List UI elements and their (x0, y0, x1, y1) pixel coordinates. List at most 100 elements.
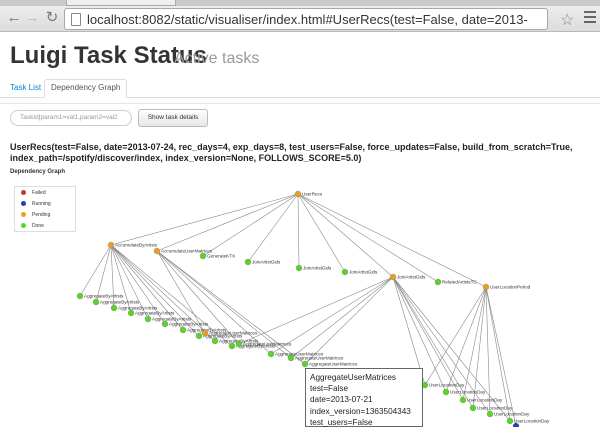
node-dot[interactable] (287, 354, 295, 362)
graph-edge (290, 276, 394, 359)
node-dot[interactable] (267, 350, 275, 358)
node-label: UserRecs (302, 192, 323, 197)
node-dot[interactable] (482, 283, 490, 291)
node-label: AggregateUserMatrices (209, 331, 258, 336)
node-dot[interactable] (179, 326, 187, 334)
graph-node[interactable]: AggregateByArtists (92, 298, 140, 306)
node-dot[interactable] (235, 340, 243, 348)
node-dot[interactable] (107, 241, 115, 249)
bookmark-star-icon[interactable]: ☆ (560, 10, 574, 30)
node-label: UserLocationDay (450, 390, 486, 395)
node-label: UserLocationPeriod (490, 285, 531, 290)
node-label: JoinArtistGids (349, 270, 378, 275)
graph-node[interactable]: UserLocationDay (486, 410, 530, 418)
tooltip-line: index_version=1363504343 (310, 406, 411, 416)
graph-node[interactable]: JoinArtistGids (244, 258, 281, 266)
node-dot[interactable] (195, 332, 203, 340)
graph-edge (79, 244, 112, 297)
node-label: AggregateUserMatrices (295, 356, 344, 361)
forward-icon[interactable]: → (24, 10, 40, 26)
node-label: AccumulateUserMatrices (161, 249, 213, 254)
node-dot[interactable] (153, 247, 161, 255)
url-text: localhost:8082/static/visualiser/index.h… (87, 12, 527, 27)
node-label: UserLocationDay (467, 398, 503, 403)
show-task-details-button[interactable]: Show task details (138, 109, 208, 127)
divider (0, 103, 600, 104)
graph-node[interactable]: UserRecs (294, 190, 323, 198)
graph-node[interactable] (512, 422, 520, 427)
node-label: RelatedArtistsTC (442, 280, 477, 285)
graph-node[interactable]: UserLocationDay (442, 388, 486, 396)
node-label: AggregateByArtists (84, 294, 124, 299)
node-dot[interactable] (469, 404, 477, 412)
node-label: UserLocationDay (477, 406, 513, 411)
node-dot[interactable] (199, 252, 207, 260)
node-label: UserLocationDay (514, 419, 550, 424)
graph-node[interactable]: JoinArtistGids (341, 268, 378, 276)
page-icon (71, 13, 81, 26)
graph-node[interactable]: RelatedArtistsTC (434, 278, 477, 286)
page-subtitle: Active tasks (174, 50, 260, 67)
node-dot[interactable] (144, 315, 152, 323)
node-dot[interactable] (459, 396, 467, 404)
tab-task-list[interactable]: Task List (4, 80, 47, 95)
graph-node[interactable]: AggregateUserMatrices (301, 360, 358, 368)
tooltip-line: AggregateUserMatrices (310, 373, 397, 382)
menu-icon[interactable] (584, 11, 596, 26)
graph-node[interactable]: AggregateByArtists (127, 309, 175, 317)
graph-node[interactable]: AggregateByArtists (76, 292, 124, 300)
graph-node[interactable]: AggregateUserMatrices (235, 340, 292, 348)
task-id-input[interactable]: TaskId|param1=val1,param2=val2 (10, 110, 132, 126)
graph-node[interactable]: JoinArtistGids (295, 264, 332, 272)
graph-node[interactable]: AggregateByArtists (161, 320, 209, 328)
browser-tab[interactable] (66, 0, 176, 6)
graph-node[interactable]: UserLocationDay (469, 404, 513, 412)
back-icon[interactable]: ← (6, 10, 22, 26)
graph-node[interactable]: JoinArtistGids (389, 273, 426, 281)
graph-edge (445, 286, 487, 393)
graph-node[interactable]: UserLocationDay (459, 396, 503, 404)
graph-node[interactable]: GenerateKTX (199, 252, 235, 260)
node-dot[interactable] (211, 337, 219, 345)
node-dot[interactable] (110, 304, 118, 312)
browser-toolbar: ← → ↻ localhost:8082/static/visualiser/i… (0, 0, 600, 32)
node-label: JoinArtistGids (303, 266, 332, 271)
graph-edge (462, 286, 487, 401)
node-dot[interactable] (201, 329, 209, 337)
node-dot[interactable] (512, 422, 520, 427)
graph-edge (202, 193, 299, 257)
graph-node[interactable]: UserLocationPeriod (482, 283, 531, 291)
node-dot[interactable] (506, 417, 514, 425)
graph-node[interactable]: AggregateUserMatrices (287, 354, 344, 362)
node-dot[interactable] (301, 360, 309, 368)
address-bar[interactable]: localhost:8082/static/visualiser/index.h… (64, 8, 548, 30)
node-label: JoinArtistGids (252, 260, 281, 265)
tab-dependency-graph[interactable]: Dependency Graph (44, 79, 128, 98)
node-dot[interactable] (295, 264, 303, 272)
node-dot[interactable] (76, 292, 84, 300)
graph-edge (297, 193, 300, 269)
node-dot[interactable] (92, 298, 100, 306)
node-dot[interactable] (486, 410, 494, 418)
graph-node[interactable]: AggregateUserMatrices (201, 329, 258, 337)
dependency-graph: UserRecs AccumulateByArtistsAccumulateUse… (76, 190, 550, 427)
graph-label: Dependency Graph (10, 169, 66, 175)
node-label: AccumulateByArtists (115, 243, 158, 248)
reload-icon[interactable]: ↻ (44, 10, 60, 26)
graph-node[interactable]: UserLocationDay (421, 381, 465, 389)
graph-node[interactable]: UserLocationDay (506, 417, 550, 425)
node-dot[interactable] (244, 258, 252, 266)
node-dot[interactable] (294, 190, 302, 198)
node-dot[interactable] (228, 342, 236, 350)
node-dot[interactable] (389, 273, 397, 281)
node-label: AggregateByArtists (100, 300, 140, 305)
node-dot[interactable] (127, 309, 135, 317)
graph-edge (110, 193, 299, 246)
node-dot[interactable] (434, 278, 442, 286)
tooltip-line: date=2013-07-21 (310, 395, 373, 405)
node-dot[interactable] (341, 268, 349, 276)
graph-node[interactable]: AccumulateByArtists (107, 241, 158, 249)
node-label: JoinArtistGids (397, 275, 426, 280)
node-dot[interactable] (442, 388, 450, 396)
node-dot[interactable] (161, 320, 169, 328)
